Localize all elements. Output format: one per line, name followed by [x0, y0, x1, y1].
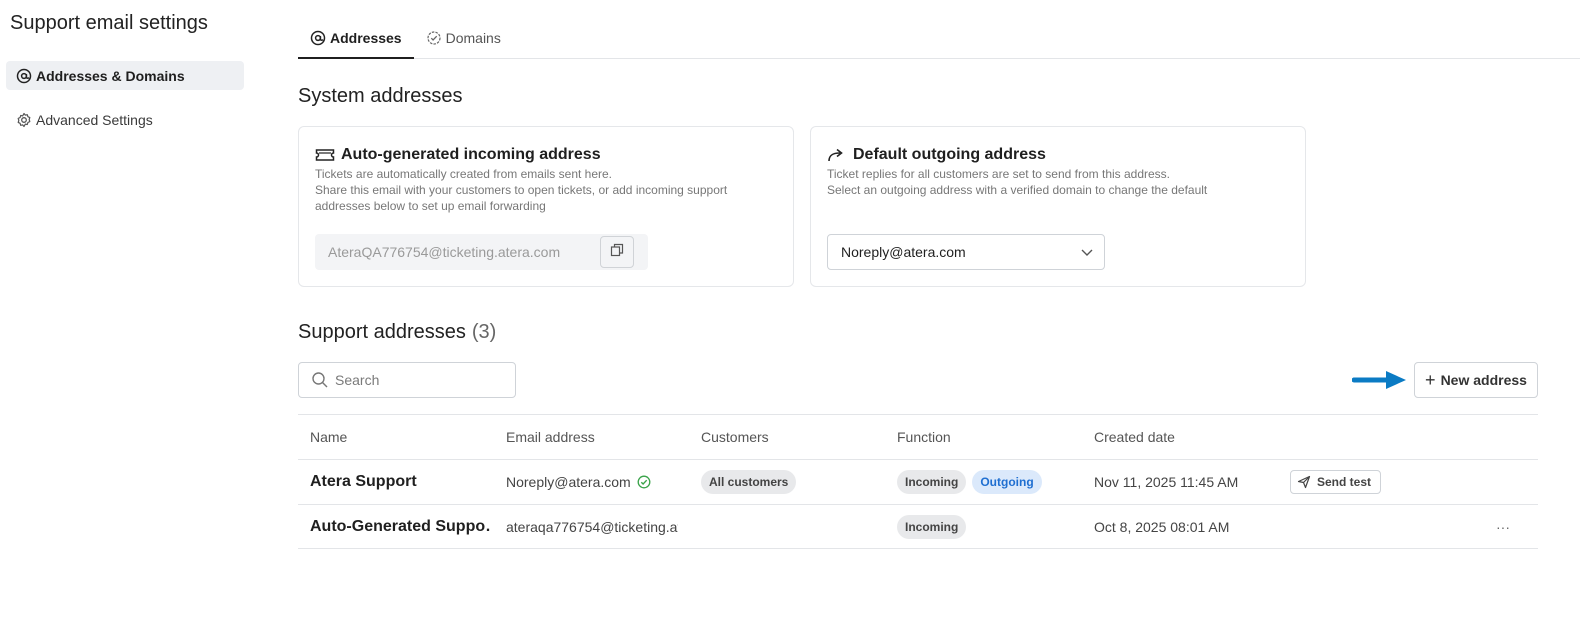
tab-domains[interactable]: Domains	[414, 18, 513, 58]
pointer-arrow-icon	[1351, 368, 1408, 392]
address-email: Noreply@atera.com	[506, 460, 678, 504]
new-address-button[interactable]: + New address	[1414, 362, 1538, 398]
table-header: Name Email address Customers Function Cr…	[298, 414, 1538, 459]
copy-button[interactable]	[600, 236, 634, 268]
outgoing-address-card: Default outgoing address Ticket replies …	[810, 126, 1306, 287]
column-header-name[interactable]: Name	[310, 415, 490, 459]
send-icon	[1297, 475, 1311, 489]
column-header-created-date[interactable]: Created date	[1094, 415, 1274, 459]
function-badge-incoming: Incoming	[897, 470, 967, 494]
action-cell: Send test	[1290, 460, 1430, 504]
sidebar: Addresses & Domains Advanced Settings	[6, 61, 244, 149]
incoming-card-title: Auto-generated incoming address	[341, 146, 601, 163]
at-icon	[16, 68, 32, 84]
incoming-address-value: AteraQA776754@ticketing.atera.com	[328, 244, 561, 260]
table-row[interactable]: Auto-Generated Suppo… ateraqa776754@tick…	[298, 504, 1538, 549]
selected-value: Noreply@atera.com	[841, 244, 966, 260]
verified-check-icon	[637, 475, 651, 489]
function-cell: Incoming	[897, 505, 1077, 549]
search-icon	[311, 371, 329, 389]
address-name: Atera Support	[310, 473, 417, 490]
customers-cell: All customers	[701, 460, 881, 504]
send-test-button[interactable]: Send test	[1290, 470, 1382, 494]
at-icon	[310, 30, 326, 46]
default-outgoing-select[interactable]: Noreply@atera.com	[827, 234, 1105, 270]
ticket-icon	[315, 146, 337, 164]
tab-bar: Addresses Domains	[298, 18, 1580, 59]
created-date: Oct 8, 2025 08:01 AM	[1094, 519, 1230, 535]
tab-addresses[interactable]: Addresses	[298, 18, 414, 59]
incoming-card-description: Tickets are automatically created from e…	[315, 167, 728, 213]
search-input[interactable]	[335, 372, 505, 388]
column-header-function[interactable]: Function	[897, 415, 1077, 459]
function-badge-incoming: Incoming	[897, 515, 967, 539]
function-badge-outgoing: Outgoing	[972, 470, 1042, 494]
new-address-label: New address	[1440, 372, 1527, 388]
check-circle-icon	[426, 30, 442, 46]
support-addresses-table: Name Email address Customers Function Cr…	[298, 414, 1538, 549]
sidebar-item-addresses-domains[interactable]: Addresses & Domains	[6, 61, 244, 90]
search-box[interactable]	[298, 362, 516, 398]
outgoing-card-title: Default outgoing address	[853, 146, 1046, 163]
incoming-address-card: Auto-generated incoming address Tickets …	[298, 126, 794, 287]
column-header-email[interactable]: Email address	[506, 415, 678, 459]
sidebar-item-advanced-settings[interactable]: Advanced Settings	[6, 105, 244, 134]
sidebar-item-label: Addresses & Domains	[36, 67, 185, 84]
address-email: ateraqa776754@ticketing.at	[506, 519, 678, 535]
gear-icon	[16, 112, 32, 128]
address-count: (3)	[471, 321, 497, 343]
table-row[interactable]: Atera Support Noreply@atera.com All cust…	[298, 459, 1538, 504]
redo-arrow-icon	[827, 146, 849, 164]
incoming-address-field: AteraQA776754@ticketing.atera.com	[315, 234, 648, 270]
tab-label: Domains	[445, 30, 501, 46]
address-name: Auto-Generated Suppo…	[310, 518, 490, 535]
column-header-customers[interactable]: Customers	[701, 415, 881, 459]
plus-icon: +	[1425, 370, 1436, 390]
support-addresses-title: Support addresses (3)	[298, 321, 497, 343]
chevron-down-icon	[1080, 245, 1094, 259]
sidebar-item-label: Advanced Settings	[36, 111, 153, 128]
system-addresses-title: System addresses	[298, 85, 463, 107]
copy-icon	[610, 243, 624, 262]
customers-badge: All customers	[701, 470, 797, 494]
outgoing-card-description: Ticket replies for all customers are set…	[827, 167, 1208, 197]
page-title: Support email settings	[10, 12, 208, 34]
send-test-label: Send test	[1317, 475, 1372, 489]
more-options-icon[interactable]: ···	[1488, 505, 1518, 549]
function-cell: Incoming Outgoing	[897, 460, 1077, 504]
tab-label: Addresses	[330, 29, 402, 46]
created-date: Nov 11, 2025 11:45 AM	[1094, 474, 1239, 490]
